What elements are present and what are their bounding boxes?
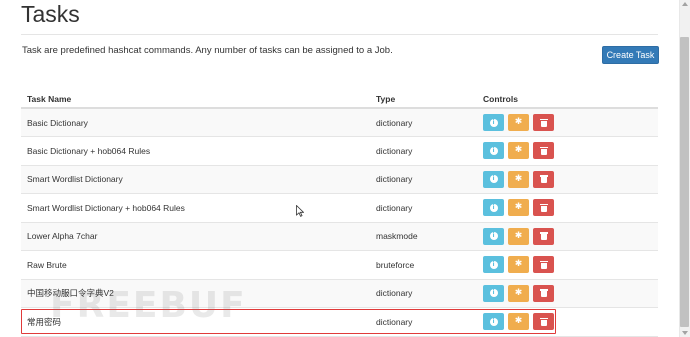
info-icon: i [489,232,498,241]
table-row: Basic Dictionary + hob064 Rules dictiona… [21,136,658,166]
task-controls: i ✱ [477,222,658,251]
task-name: Basic Dictionary [21,108,370,137]
task-controls: i ✱ [477,193,658,223]
task-edit-button[interactable]: ✱ [508,199,529,217]
task-controls: i ✱ [477,136,658,166]
task-delete-button[interactable] [533,284,554,302]
trash-icon [539,146,548,155]
watermark: FREEBUF [50,285,247,326]
task-edit-button[interactable]: ✱ [508,227,529,245]
info-icon: i [489,289,498,298]
task-name: Smart Wordlist Dictionary + hob064 Rules [21,193,370,223]
info-icon: i [489,260,498,269]
trash-icon [539,260,548,269]
task-edit-button[interactable]: ✱ [508,170,529,188]
task-name: Raw Brute [21,250,370,280]
scrollbar-thumb[interactable] [680,37,689,327]
table-row: Basic Dictionary dictionary i ✱ [21,108,658,137]
task-info-button[interactable]: i [483,199,504,217]
task-type: dictionary [370,136,477,166]
task-controls: i ✱ [477,250,658,280]
header-task-name[interactable]: Task Name [21,90,370,109]
task-type: dictionary [370,108,477,137]
gear-icon: ✱ [514,117,523,127]
table-row: Raw Brute bruteforce i ✱ [21,250,658,280]
gear-icon: ✱ [514,145,523,156]
header-controls: Controls [477,90,658,109]
scroll-up-icon[interactable] [682,2,688,6]
page-title: Tasks [21,1,80,27]
task-name: Lower Alpha 7char [21,222,370,251]
task-delete-button[interactable] [533,142,554,160]
task-info-button[interactable]: i [483,170,504,188]
trash-icon [539,232,548,241]
trash-icon [539,203,548,212]
gear-icon: ✱ [514,202,523,213]
gear-icon: ✱ [514,173,523,184]
info-icon: i [489,146,498,155]
task-controls: i ✱ [477,108,658,137]
task-edit-button[interactable]: ✱ [508,114,529,131]
task-edit-button[interactable]: ✱ [508,142,529,160]
task-edit-button[interactable]: ✱ [508,256,529,274]
page-description: Task are predefined hashcat commands. An… [22,45,393,56]
vertical-scrollbar[interactable] [679,0,690,337]
task-delete-button[interactable] [533,199,554,217]
task-delete-button[interactable] [533,227,554,245]
task-info-button[interactable]: i [483,256,504,274]
task-name: Basic Dictionary + hob064 Rules [21,136,370,166]
task-info-button[interactable]: i [483,114,504,131]
trash-icon [539,289,548,298]
task-name: Smart Wordlist Dictionary [21,165,370,194]
table-row: Smart Wordlist Dictionary dictionary i ✱ [21,165,658,194]
task-delete-button[interactable] [533,114,554,131]
gear-icon: ✱ [514,259,523,270]
task-type: dictionary [370,193,477,223]
task-info-button[interactable]: i [483,142,504,160]
task-type: dictionary [370,165,477,194]
task-info-button[interactable]: i [483,227,504,245]
trash-icon [539,175,548,184]
task-controls: i ✱ [477,279,658,308]
trash-icon [539,118,548,127]
mouse-cursor-icon [296,205,304,217]
task-delete-button[interactable] [533,256,554,274]
info-icon: i [489,118,498,127]
header-type[interactable]: Type [370,90,477,109]
create-task-button[interactable]: Create Task [602,46,659,64]
info-icon: i [489,175,498,184]
task-type: dictionary [370,279,477,308]
task-type: maskmode [370,222,477,251]
scroll-down-icon[interactable] [682,331,688,335]
task-controls: i ✱ [477,165,658,194]
title-divider [21,34,658,35]
task-info-button[interactable]: i [483,284,504,302]
gear-icon: ✱ [514,230,523,241]
info-icon: i [489,203,498,212]
task-edit-button[interactable]: ✱ [508,284,529,302]
table-row: Lower Alpha 7char maskmode i ✱ [21,222,658,251]
table-header-row: Task Name Type Controls [21,90,658,109]
task-type: bruteforce [370,250,477,280]
gear-icon: ✱ [514,287,523,298]
task-delete-button[interactable] [533,170,554,188]
table-row: Smart Wordlist Dictionary + hob064 Rules… [21,193,658,223]
